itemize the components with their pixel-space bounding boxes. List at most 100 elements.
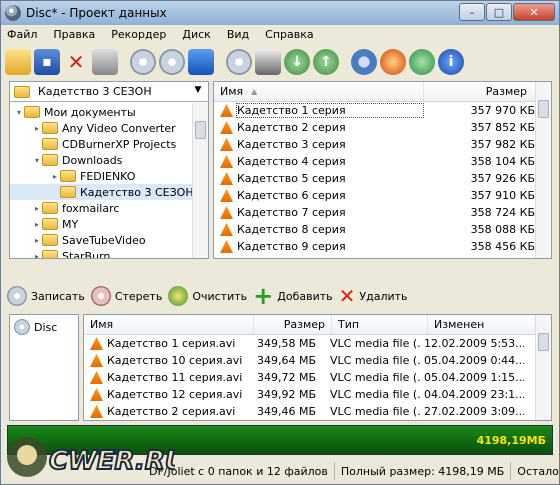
tree-node[interactable]: ▸ SaveTubeVideo [10, 232, 208, 248]
write-button[interactable]: Записать [7, 286, 85, 306]
tree-node[interactable]: ▸ foxmailarc [10, 200, 208, 216]
tree-node[interactable]: ▸ Any Video Converter [10, 120, 208, 136]
file-size: 358 724 КБ [470, 206, 535, 219]
tree-node-label: Мои документы [44, 105, 136, 119]
table-row[interactable]: Кадетство 11 серия.avi 349,72 МБ VLC media… [84, 369, 551, 386]
expander-icon[interactable]: ▾ [14, 108, 24, 117]
print-icon[interactable] [92, 49, 118, 75]
menu-view[interactable]: Вид [227, 28, 249, 41]
delete-icon[interactable]: ✕ [63, 49, 89, 75]
new-folder-icon[interactable] [5, 49, 31, 75]
download-icon[interactable]: ↓ [284, 49, 310, 75]
disc-check-icon[interactable] [159, 49, 185, 75]
menu-file[interactable]: Файл [7, 28, 37, 41]
list-item[interactable]: Кадетство 1 серия 357 970 КБ [214, 102, 551, 119]
drive-icon[interactable] [255, 49, 281, 75]
maximize-button[interactable]: □ [486, 3, 512, 21]
tree-node-label: Downloads [62, 153, 123, 167]
minimize-button[interactable]: – [459, 3, 485, 21]
disc-info-icon[interactable] [226, 49, 252, 75]
list-item[interactable]: Кадетство 8 серия 358 088 КБ [214, 221, 551, 238]
refresh-icon [168, 286, 189, 306]
folder-icon [42, 234, 58, 246]
expander-icon[interactable]: ▸ [32, 220, 42, 229]
action-bar: Записать Стереть Очистить + Добавить ✕ Уда… [1, 283, 559, 309]
file-size: 358 088 КБ [470, 223, 535, 236]
tree-node[interactable]: ▸ StarBurn [10, 248, 208, 258]
col-name-header[interactable]: Имя ▲ [214, 82, 424, 101]
list-item[interactable]: Кадетство 7 серия 358 724 КБ [214, 204, 551, 221]
folder-icon [42, 138, 58, 150]
magnify-icon[interactable] [409, 49, 435, 75]
folder-combo[interactable]: Кадетство 3 СЕЗОН ▼ [10, 82, 208, 102]
list-item[interactable]: Кадетство 4 серия 358 104 КБ [214, 153, 551, 170]
menu-edit[interactable]: Правка [53, 28, 95, 41]
disc-node[interactable]: Disc [10, 315, 78, 339]
chevron-down-icon[interactable]: ▼ [191, 85, 205, 98]
file-size: 357 982 КБ [470, 138, 535, 151]
status-remaining: Осталось: н/д [517, 464, 559, 478]
info-icon[interactable]: i [438, 49, 464, 75]
add-button[interactable]: + Добавить [253, 282, 332, 310]
col-size-header[interactable]: Размер [254, 315, 332, 334]
expander-icon[interactable]: ▸ [32, 204, 42, 213]
disc-icon [14, 319, 30, 335]
col-size-header[interactable]: Размер [424, 82, 536, 101]
tree-scrollbar[interactable] [192, 103, 208, 258]
vlc-file-icon [220, 172, 233, 185]
clear-button[interactable]: Очистить [168, 286, 247, 306]
burn-icon[interactable] [380, 49, 406, 75]
save-icon[interactable]: ▪ [34, 49, 60, 75]
cell-size: 349,72 МБ [256, 371, 316, 384]
expander-icon[interactable]: ▸ [32, 252, 42, 259]
expander-icon[interactable]: ▸ [50, 172, 60, 181]
cell-modified: 12.02.2009 5:53... [424, 337, 524, 350]
table-row[interactable]: Кадетство 1 серия.avi 349,58 МБ VLC media … [84, 335, 551, 352]
menu-disc[interactable]: Диск [182, 28, 210, 41]
tree-node[interactable]: ▾ Мои документы [10, 104, 208, 120]
folder-icon [42, 218, 58, 230]
list-item[interactable]: Кадетство 2 серия 357 852 КБ [214, 119, 551, 136]
tree-node[interactable]: ▸ FEDIENKO [10, 168, 208, 184]
main-toolbar: ▪ ✕ ↓ ↑ i [1, 44, 559, 80]
col-type-header[interactable]: Тип [332, 315, 428, 334]
remove-button[interactable]: ✕ Удалить [339, 286, 408, 306]
list-item[interactable]: Кадетство 6 серия 357 910 КБ [214, 187, 551, 204]
tree-node[interactable]: ▾ Downloads [10, 152, 208, 168]
compilation-scrollbar[interactable] [535, 315, 551, 420]
tree-node[interactable]: Кадетство 3 СЕЗОН [10, 184, 208, 200]
settings-icon[interactable] [351, 49, 377, 75]
list-item[interactable]: Кадетство 9 серия 358 456 КБ [214, 238, 551, 255]
col-modified-header[interactable]: Изменен [428, 315, 548, 334]
close-button[interactable]: ✕ [513, 3, 555, 21]
window-icon[interactable] [188, 49, 214, 75]
menu-help[interactable]: Справка [265, 28, 313, 41]
erase-button[interactable]: Стереть [90, 286, 162, 306]
col-name-header[interactable]: Имя [84, 315, 254, 334]
table-row[interactable]: Кадетство 12 серия.avi 349,92 МБ VLC media… [84, 386, 551, 403]
list-item[interactable]: Кадетство 3 серия 357 982 КБ [214, 136, 551, 153]
file-name: Кадетство 1 серия [236, 103, 424, 118]
folder-icon [60, 170, 76, 182]
cell-name: Кадетство 11 серия.avi [107, 371, 243, 384]
tree-node[interactable]: CDBurnerXP Projects [10, 136, 208, 152]
disc-remove-icon[interactable] [130, 49, 156, 75]
expander-icon[interactable]: ▸ [32, 236, 42, 245]
file-size: 357 852 КБ [470, 121, 535, 134]
list-item[interactable]: Кадетство 5 серия 357 926 КБ [214, 170, 551, 187]
tree-node[interactable]: ▸ MY [10, 216, 208, 232]
plus-icon: + [253, 282, 274, 310]
vlc-file-icon [90, 405, 103, 418]
upload-icon[interactable]: ↑ [313, 49, 339, 75]
folder-icon [42, 154, 58, 166]
expander-icon[interactable]: ▸ [32, 124, 42, 133]
svg-text:CWER.RU: CWER.RU [49, 446, 175, 476]
table-row[interactable]: Кадетство 2 серия.avi 349,46 МБ VLC media … [84, 403, 551, 420]
table-row[interactable]: Кадетство 10 серия.avi 349,64 МБ VLC media… [84, 352, 551, 369]
folder-icon [24, 106, 40, 118]
file-size: 357 926 КБ [470, 172, 535, 185]
menu-recorder[interactable]: Рекордер [111, 28, 166, 41]
vlc-file-icon [90, 388, 103, 401]
expander-icon[interactable]: ▾ [32, 156, 42, 165]
source-scrollbar[interactable] [535, 82, 551, 258]
